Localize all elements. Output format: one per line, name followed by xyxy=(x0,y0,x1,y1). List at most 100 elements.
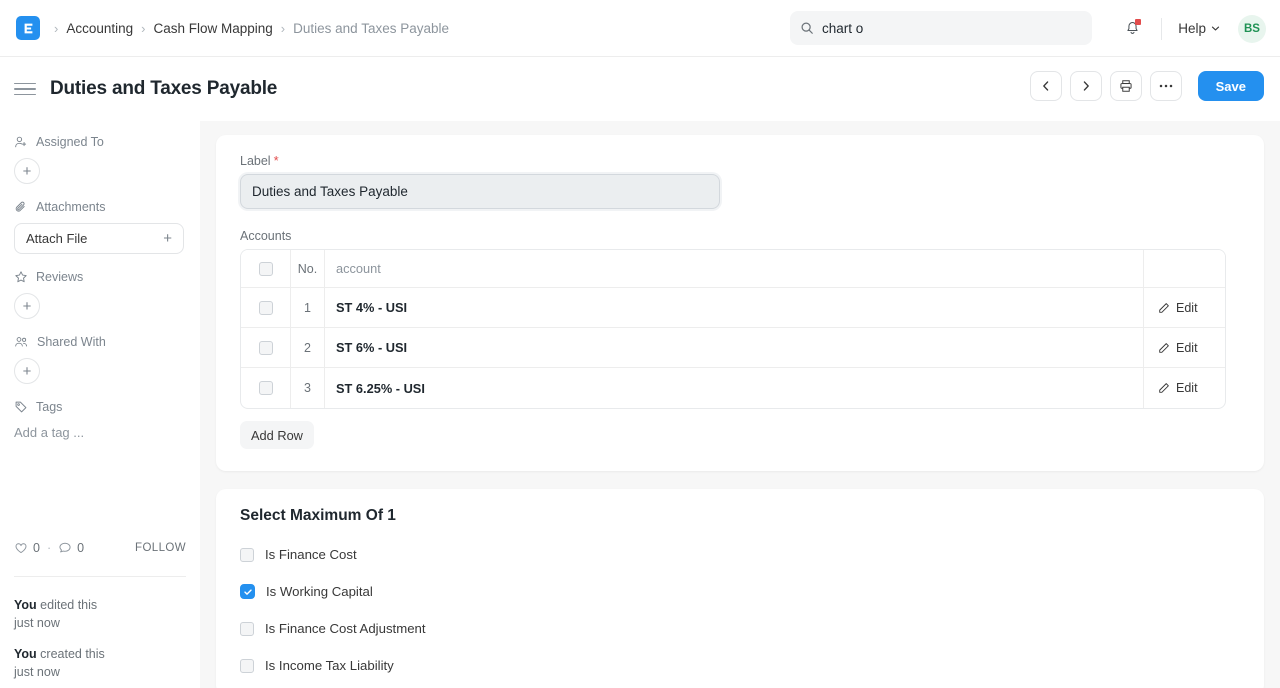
select-all-checkbox[interactable] xyxy=(259,262,273,276)
form-area: Label * Accounts No. account xyxy=(200,121,1280,688)
heart-icon xyxy=(14,541,28,555)
label-field-label: Label * xyxy=(240,153,1240,168)
row-edit-button[interactable]: Edit xyxy=(1143,328,1225,367)
sidebar-toggle-icon[interactable] xyxy=(14,79,36,100)
sidebar-section-label: Attachments xyxy=(36,200,105,214)
print-icon xyxy=(1119,79,1133,93)
document-sidebar: Assigned To + Attachments Attach File + xyxy=(0,121,200,688)
notifications-button[interactable] xyxy=(1115,12,1149,46)
checkbox-row-is-finance-cost-adjustment[interactable]: Is Finance Cost Adjustment xyxy=(240,621,1240,636)
ellipsis-icon xyxy=(1159,84,1173,88)
page-title: Duties and Taxes Payable xyxy=(50,78,277,100)
row-account[interactable]: ST 6.25% - USI xyxy=(325,368,1143,408)
checkbox-row-is-finance-cost[interactable]: Is Finance Cost xyxy=(240,547,1240,562)
activity-actor: You xyxy=(14,598,37,612)
print-button[interactable] xyxy=(1110,71,1142,101)
checkbox-label: Is Working Capital xyxy=(266,584,373,599)
follow-button[interactable]: FOLLOW xyxy=(135,542,186,554)
like-stat[interactable]: 0 xyxy=(14,541,40,555)
accounts-label: Accounts xyxy=(240,229,1240,243)
row-account[interactable]: ST 4% - USI xyxy=(325,288,1143,327)
table-row[interactable]: 1 ST 4% - USI Edit xyxy=(241,288,1225,328)
is-income-tax-liability-checkbox[interactable] xyxy=(240,659,254,673)
edit-label: Edit xyxy=(1176,301,1198,315)
select-maximum-card: Select Maximum Of 1 Is Finance Cost Is W… xyxy=(216,489,1264,688)
sidebar-section-label: Tags xyxy=(36,400,62,414)
row-checkbox[interactable] xyxy=(259,301,273,315)
row-select-cell xyxy=(241,288,291,327)
column-header-account: account xyxy=(325,250,1143,287)
shared-with-header: Shared With xyxy=(14,335,184,349)
add-review-button[interactable]: + xyxy=(14,293,40,319)
navbar-divider xyxy=(1161,18,1162,40)
accounts-grid: No. account 1 ST 4% - USI Edit xyxy=(240,249,1226,409)
comment-icon xyxy=(58,541,72,555)
save-button[interactable]: Save xyxy=(1198,71,1264,101)
notification-badge xyxy=(1135,19,1141,25)
search-input[interactable] xyxy=(822,11,1062,45)
activity-time: just now xyxy=(14,663,194,681)
table-row[interactable]: 3 ST 6.25% - USI Edit xyxy=(241,368,1225,408)
attachments-header: Attachments xyxy=(14,200,184,214)
breadcrumb-separator-icon: › xyxy=(281,22,285,35)
assigned-to-header: Assigned To xyxy=(14,135,184,149)
sidebar-section-label: Assigned To xyxy=(36,135,104,149)
user-avatar[interactable]: BS xyxy=(1238,15,1266,43)
activity-text: edited this xyxy=(40,598,97,612)
attach-file-button[interactable]: Attach File + xyxy=(14,223,184,254)
row-edit-button[interactable]: Edit xyxy=(1143,288,1225,327)
row-account[interactable]: ST 6% - USI xyxy=(325,328,1143,367)
page-body: Assigned To + Attachments Attach File + xyxy=(0,121,1280,688)
checkbox-row-is-working-capital[interactable]: Is Working Capital xyxy=(240,584,1240,599)
breadcrumb-item-current: Duties and Taxes Payable xyxy=(293,21,449,36)
is-finance-cost-checkbox[interactable] xyxy=(240,548,254,562)
tag-icon xyxy=(14,400,28,414)
comment-count: 0 xyxy=(77,541,84,555)
breadcrumb-item-accounting[interactable]: Accounting xyxy=(66,21,133,36)
add-assignment-button[interactable]: + xyxy=(14,158,40,184)
add-row-button[interactable]: Add Row xyxy=(240,421,314,449)
sidebar-section-tags: Tags Add a tag ... xyxy=(14,400,184,442)
checkbox-row-is-income-tax-liability[interactable]: Is Income Tax Liability xyxy=(240,658,1240,673)
pencil-icon xyxy=(1158,382,1170,394)
next-document-button[interactable] xyxy=(1070,71,1102,101)
chevron-down-icon xyxy=(1211,24,1220,33)
add-share-button[interactable]: + xyxy=(14,358,40,384)
is-working-capital-checkbox[interactable] xyxy=(240,584,255,599)
row-number: 1 xyxy=(291,288,325,327)
select-all-cell xyxy=(241,250,291,287)
is-finance-cost-adjustment-checkbox[interactable] xyxy=(240,622,254,636)
column-header-actions xyxy=(1143,250,1225,287)
breadcrumb-separator-icon: › xyxy=(54,22,58,35)
details-card: Label * Accounts No. account xyxy=(216,135,1264,471)
help-label: Help xyxy=(1178,21,1206,36)
row-checkbox[interactable] xyxy=(259,381,273,395)
row-edit-button[interactable]: Edit xyxy=(1143,368,1225,408)
global-search[interactable] xyxy=(790,11,1092,45)
chevron-right-icon xyxy=(1080,80,1092,92)
comment-stat[interactable]: 0 xyxy=(58,541,84,555)
previous-document-button[interactable] xyxy=(1030,71,1062,101)
check-icon xyxy=(243,587,253,597)
app-logo-icon[interactable] xyxy=(16,16,40,40)
more-options-button[interactable] xyxy=(1150,71,1182,101)
column-header-no: No. xyxy=(291,250,325,287)
breadcrumb-separator-icon: › xyxy=(141,22,145,35)
add-tag-input[interactable]: Add a tag ... xyxy=(14,423,184,442)
row-number: 3 xyxy=(291,368,325,408)
activity-actor: You xyxy=(14,647,37,661)
sidebar-section-label: Shared With xyxy=(37,335,106,349)
required-asterisk: * xyxy=(274,153,279,168)
table-row[interactable]: 2 ST 6% - USI Edit xyxy=(241,328,1225,368)
row-number: 2 xyxy=(291,328,325,367)
user-plus-icon xyxy=(14,135,28,149)
sidebar-section-attachments: Attachments Attach File + xyxy=(14,200,184,254)
label-input[interactable] xyxy=(240,174,720,209)
row-checkbox[interactable] xyxy=(259,341,273,355)
sidebar-section-assigned-to: Assigned To + xyxy=(14,135,184,184)
activity-log: You edited this just now You created thi… xyxy=(14,596,194,688)
help-menu-button[interactable]: Help xyxy=(1174,15,1224,42)
sidebar-divider xyxy=(14,576,186,577)
star-icon xyxy=(14,270,28,284)
breadcrumb-item-cash-flow-mapping[interactable]: Cash Flow Mapping xyxy=(153,21,272,36)
